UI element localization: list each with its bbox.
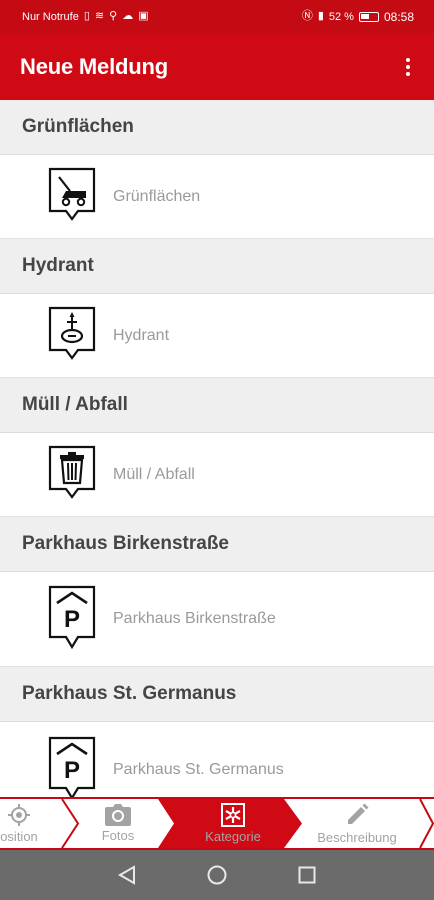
lawnmower-icon (48, 167, 96, 227)
tab-label: osition (0, 829, 38, 844)
parking-garage-icon: P (48, 736, 96, 797)
vibrate-icon: ▮ (317, 10, 324, 22)
app-notification-icon: ▣ (138, 10, 149, 22)
app-bar: Neue Meldung (0, 33, 434, 100)
system-navigation-bar (0, 850, 434, 900)
back-icon[interactable] (116, 864, 138, 886)
tab-label: Beschreibung (317, 830, 397, 845)
cloud-icon: ☁ (122, 10, 134, 22)
section-header: Hydrant (0, 239, 434, 294)
tab-position[interactable]: osition (0, 799, 68, 848)
tab-beschreibung[interactable]: Beschreibung (304, 799, 410, 848)
category-label: Hydrant (113, 326, 170, 344)
tab-label: Kategorie (205, 829, 261, 844)
category-list: Grünflächen Grünflächen Hydrant Hydrant … (0, 100, 434, 797)
category-label: Müll / Abfall (113, 465, 195, 483)
clock: 08:58 (383, 9, 414, 24)
battery-icon (358, 11, 379, 22)
sim-icon: ▯ (83, 10, 90, 22)
page-title: Neue Meldung (20, 53, 168, 79)
pencil-icon (348, 803, 369, 824)
tab-fotos[interactable]: Fotos (78, 799, 158, 848)
tab-kategorie[interactable]: Kategorie (178, 799, 288, 848)
section-header: Parkhaus St. Germanus (0, 667, 434, 722)
svg-text:P: P (64, 606, 80, 633)
nfc-icon: Ⓝ (301, 10, 313, 22)
wizard-tab-bar: osition Fotos Kategorie Beschreibung (0, 797, 434, 850)
category-item-parkhaus-st-germanus[interactable]: P Parkhaus St. Germanus (0, 722, 434, 797)
section-header: Müll / Abfall (0, 378, 434, 433)
recent-apps-icon[interactable] (296, 864, 318, 886)
hydrant-icon (48, 306, 96, 366)
category-label: Parkhaus Birkenstraße (113, 610, 276, 627)
category-label: Grünflächen (113, 187, 201, 205)
home-icon[interactable] (206, 864, 228, 886)
battery-percentage: 52 % (328, 10, 354, 23)
trash-icon (48, 445, 96, 505)
camera-icon (105, 804, 131, 826)
parking-garage-icon: P (48, 585, 96, 653)
category-icon (221, 803, 245, 827)
section-header: Grünflächen (0, 100, 434, 155)
section-header: Parkhaus Birkenstraße (0, 517, 434, 572)
tab-label: Fotos (101, 828, 135, 843)
category-item-hydrant[interactable]: Hydrant (0, 294, 434, 378)
category-item-parkhaus-birkenstrasse[interactable]: P Parkhaus Birkenstraße (0, 572, 434, 667)
category-item-muell-abfall[interactable]: Müll / Abfall (0, 433, 434, 517)
status-bar: Nur Notrufe ▯ ≋ ⚲ ☁ ▣ Ⓝ ▮ 52 % 08:58 (0, 0, 434, 33)
status-left: Nur Notrufe ▯ ≋ ⚲ ☁ ▣ (22, 11, 149, 23)
usb-icon: ⚲ (109, 10, 118, 22)
category-item-gruenflaechen[interactable]: Grünflächen (0, 155, 434, 239)
status-right: Ⓝ ▮ 52 % 08:58 (302, 10, 414, 24)
carrier-text: Nur Notrufe (22, 10, 79, 23)
category-label: Parkhaus St. Germanus (113, 760, 284, 778)
svg-text:P: P (64, 757, 80, 784)
wifi-icon: ≋ (94, 10, 105, 22)
overflow-menu-icon[interactable] (400, 55, 416, 79)
step-separator (419, 799, 434, 848)
location-icon (8, 804, 30, 826)
